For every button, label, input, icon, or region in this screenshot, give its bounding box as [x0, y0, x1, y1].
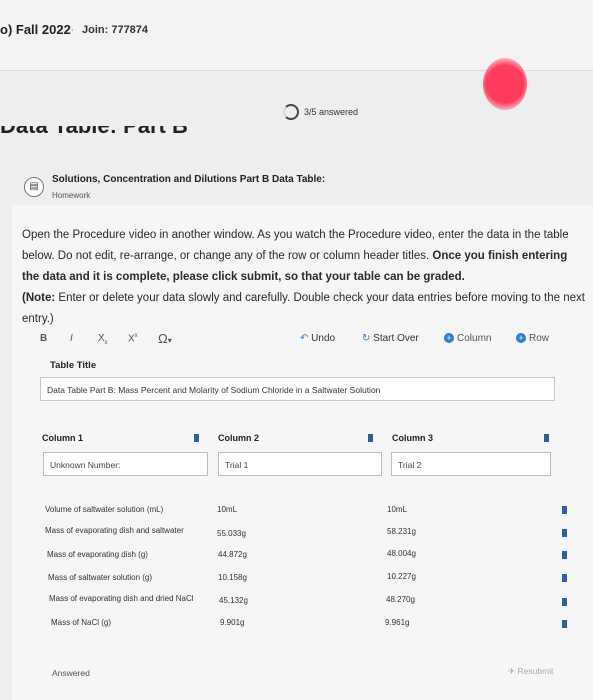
superscript-button[interactable]: Xx — [128, 333, 138, 344]
undo-button[interactable]: ↶ Undo — [300, 333, 335, 344]
row-menu-icon[interactable] — [562, 620, 567, 628]
row-label[interactable]: Mass of evaporating dish and saltwater — [45, 526, 184, 535]
progress-label: 3/5 answered — [304, 107, 359, 117]
trial-1-cell[interactable]: 9.901g — [220, 618, 244, 627]
column-2-label: Column 2 — [218, 433, 260, 443]
trial-2-cell[interactable]: 10mL — [387, 505, 407, 514]
row-label[interactable]: Mass of saltwater solution (g) — [48, 573, 152, 582]
subscript-button[interactable]: Xx — [98, 333, 108, 346]
undo-icon: ↶ — [300, 333, 309, 344]
trial-1-cell[interactable]: 10mL — [217, 505, 237, 514]
start-over-button[interactable]: ↻ Start Over — [362, 333, 419, 344]
add-row-button[interactable]: + Row — [516, 333, 549, 344]
instructions: Open the Procedure video in another wind… — [22, 229, 585, 325]
join-code: Join: 777874 — [82, 24, 149, 36]
row-label[interactable]: Volume of saltwater solution (mL) — [45, 505, 163, 514]
trial-2-cell[interactable]: 48.270g — [386, 595, 415, 604]
editor-toolbar: B I Xx Xx Ω▾ ↶ Undo ↻ Start Over + Column… — [40, 331, 580, 349]
italic-button[interactable]: I — [70, 333, 73, 344]
assignment-icon: ▤ — [24, 177, 44, 197]
progress-indicator: 3/5 answered — [283, 104, 358, 120]
column-1-header-input[interactable]: Unknown Number: — [43, 452, 208, 476]
section-title: Data Table: Part B — [0, 126, 188, 142]
table-title-label: Table Title — [50, 360, 97, 371]
row-label[interactable]: Mass of evaporating dish (g) — [47, 550, 148, 559]
column-2-menu-icon[interactable] — [368, 434, 373, 442]
row-menu-icon[interactable] — [562, 529, 567, 537]
table-title-input[interactable]: Data Table Part B: Mass Percent and Mola… — [40, 377, 555, 401]
trial-1-cell[interactable]: 10.158g — [218, 573, 247, 582]
assignment-title: Solutions, Concentration and Dilutions P… — [52, 174, 326, 185]
screen-glare — [483, 58, 527, 110]
column-2-header-input[interactable]: Trial 1 — [218, 452, 382, 476]
trial-2-cell[interactable]: 10.227g — [387, 572, 416, 581]
refresh-icon: ↻ — [362, 333, 371, 344]
column-3-label: Column 3 — [392, 433, 434, 443]
bold-button[interactable]: B — [40, 333, 47, 344]
status-label: Answered — [52, 668, 90, 678]
trial-2-cell[interactable]: 48.004g — [387, 549, 416, 558]
assignment-type: Homework — [52, 191, 91, 200]
row-menu-icon[interactable] — [562, 506, 567, 514]
column-3-menu-icon[interactable] — [544, 434, 549, 442]
plus-circle-icon: + — [516, 333, 526, 344]
column-1-label: Column 1 — [42, 433, 84, 443]
row-menu-icon[interactable] — [562, 574, 567, 582]
plus-circle-icon: + — [444, 333, 454, 344]
column-1-menu-icon[interactable] — [194, 434, 199, 442]
course-name[interactable]: o) Fall 2022 — [0, 22, 71, 37]
column-3-header-input[interactable]: Trial 2 — [391, 452, 551, 476]
row-menu-icon[interactable] — [562, 551, 567, 559]
row-menu-icon[interactable] — [562, 598, 567, 606]
row-label[interactable]: Mass of evaporating dish and dried NaCl — [49, 594, 194, 603]
row-label[interactable]: Mass of NaCl (g) — [51, 618, 111, 627]
trial-1-cell[interactable]: 45.132g — [219, 596, 248, 605]
trial-1-cell[interactable]: 55.033g — [217, 529, 246, 538]
add-column-button[interactable]: + Column — [444, 333, 491, 344]
special-character-button[interactable]: Ω▾ — [158, 331, 172, 346]
trial-1-cell[interactable]: 44.872g — [218, 550, 247, 559]
progress-ring-icon — [283, 104, 299, 120]
separator: · — [70, 22, 75, 37]
resubmit-button[interactable]: ✈ Resubmit — [508, 666, 553, 677]
trial-2-cell[interactable]: 58.231g — [387, 527, 416, 536]
trial-2-cell[interactable]: 9.961g — [385, 618, 409, 627]
